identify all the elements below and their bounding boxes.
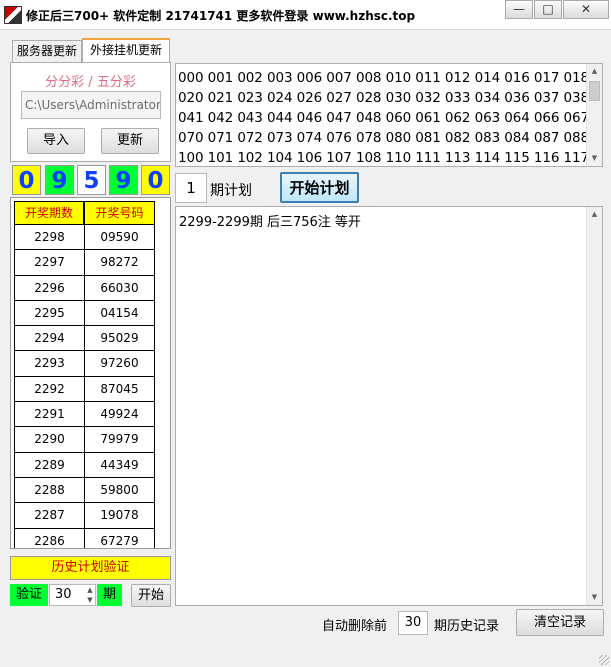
tab-server-update[interactable]: 服务器更新 <box>12 40 82 63</box>
history-period-cell: 2295 <box>14 300 84 326</box>
tab-external-update[interactable]: 外接挂机更新 <box>82 38 170 63</box>
import-button[interactable]: 导入 <box>27 128 85 154</box>
history-period-cell: 2298 <box>14 225 84 250</box>
history-period-cell: 2291 <box>14 402 84 427</box>
log-scrollbar[interactable]: ▲ ▼ <box>586 207 602 605</box>
scroll-down-arrow-icon[interactable]: ▼ <box>587 590 602 605</box>
history-row[interactable]: 2294 95029 <box>14 326 155 352</box>
history-period-cell: 2290 <box>14 427 84 452</box>
history-period-cell: 2296 <box>14 275 84 300</box>
history-row[interactable]: 2298 09590 <box>14 225 155 251</box>
history-row[interactable]: 2290 79979 <box>14 427 155 453</box>
history-number-cell: 04154 <box>84 300 155 326</box>
history-number-cell: 66030 <box>84 275 155 300</box>
verify-label: 验证 <box>10 584 48 606</box>
start-plan-button[interactable]: 开始计划 <box>280 172 359 203</box>
scroll-up-arrow-icon[interactable]: ▲ <box>587 64 602 79</box>
numbers-text: 000 001 002 003 006 007 008 010 011 012 … <box>178 68 586 168</box>
history-number-cell: 09590 <box>84 225 155 250</box>
scroll-up-arrow-icon[interactable]: ▲ <box>587 207 602 222</box>
numbers-line: 000 001 002 003 006 007 008 010 011 012 … <box>178 70 586 86</box>
history-number-cell: 44349 <box>84 452 155 477</box>
numbers-textarea[interactable]: 000 001 002 003 006 007 008 010 011 012 … <box>175 63 603 167</box>
history-number-cell: 98272 <box>84 250 155 275</box>
history-row[interactable]: 2292 87045 <box>14 376 155 403</box>
column-header-number: 开奖号码 <box>84 201 155 225</box>
draw-digit: 5 <box>77 165 106 195</box>
history-verify-button[interactable]: 历史计划验证 <box>10 556 171 580</box>
auto-delete-count-input[interactable]: 30 <box>398 611 428 635</box>
numbers-line: 100 101 102 104 106 107 108 110 111 113 … <box>178 150 586 166</box>
history-row[interactable]: 2291 49924 <box>14 402 155 428</box>
history-row[interactable]: 2287 19078 <box>14 503 155 529</box>
plan-periods-label: 期计划 <box>210 183 252 199</box>
history-row[interactable]: 2296 66030 <box>14 275 155 301</box>
verify-start-button[interactable]: 开始 <box>131 584 171 607</box>
numbers-line: 020 021 023 024 026 027 028 030 032 033 … <box>178 90 586 106</box>
window-title: 修正后三700+ 软件定制 21741741 更多软件登录 www.hzhsc.… <box>26 9 416 23</box>
history-number-cell: 97260 <box>84 351 155 376</box>
draw-digit: 0 <box>12 165 41 195</box>
source-panel: 分分彩 / 五分彩 C:\Users\Administrator\ 导入 更新 <box>10 62 171 162</box>
numbers-line: 041 042 043 044 046 047 048 060 061 062 … <box>178 110 586 126</box>
maximize-button[interactable]: □ <box>534 0 562 19</box>
history-row[interactable]: 2286 67279 <box>14 528 155 548</box>
history-row[interactable]: 2288 59800 <box>14 477 155 504</box>
history-row[interactable]: 2289 44349 <box>14 452 155 478</box>
lottery-type-label: 分分彩 / 五分彩 <box>45 75 136 90</box>
numbers-line: 070 071 072 073 074 076 078 080 081 082 … <box>178 130 586 146</box>
update-button[interactable]: 更新 <box>101 128 159 154</box>
history-table: 开奖期数 开奖号码 2298 09590 2297 98272 2296 66030 229… <box>10 197 171 549</box>
history-number-cell: 19078 <box>84 503 155 528</box>
history-header: 开奖期数 开奖号码 <box>14 201 155 225</box>
path-field[interactable]: C:\Users\Administrator\ <box>21 91 161 119</box>
scroll-down-arrow-icon[interactable]: ▼ <box>587 151 602 166</box>
history-number-cell: 87045 <box>84 376 155 402</box>
history-period-cell: 2293 <box>14 351 84 376</box>
history-number-cell: 67279 <box>84 528 155 548</box>
column-header-period: 开奖期数 <box>14 201 84 225</box>
minimize-button[interactable]: — <box>505 0 533 19</box>
plan-periods-input[interactable]: 1 <box>175 173 207 203</box>
clear-records-button[interactable]: 清空记录 <box>516 609 604 636</box>
history-number-cell: 79979 <box>84 427 155 452</box>
plan-log-textarea[interactable]: 2299-2299期 后三756注 等开 ▲ ▼ <box>175 206 603 606</box>
history-number-cell: 95029 <box>84 326 155 351</box>
auto-delete-suffix: 期历史记录 <box>434 619 500 634</box>
history-number-cell: 59800 <box>84 477 155 503</box>
history-period-cell: 2287 <box>14 503 84 528</box>
title-bar: 修正后三700+ 软件定制 21741741 更多软件登录 www.hzhsc.… <box>0 0 611 30</box>
verify-unit-label: 期 <box>97 584 122 606</box>
close-button[interactable]: ✕ <box>563 0 609 19</box>
history-period-cell: 2297 <box>14 250 84 275</box>
resize-grip-icon[interactable] <box>599 655 609 665</box>
app-logo-icon <box>4 6 22 24</box>
draw-digit: 9 <box>109 165 138 195</box>
history-number-cell: 49924 <box>84 402 155 427</box>
history-rows: 2298 09590 2297 98272 2296 66030 2295 04154 2294… <box>14 225 155 548</box>
history-period-cell: 2292 <box>14 376 84 402</box>
latest-draw-digits: 09590 <box>10 165 171 195</box>
auto-delete-prefix: 自动删除前 <box>322 619 388 634</box>
spin-arrows-icon[interactable]: ▲ ▼ <box>85 585 95 605</box>
history-row[interactable]: 2293 97260 <box>14 351 155 377</box>
history-period-cell: 2289 <box>14 452 84 477</box>
log-line: 2299-2299期 后三756注 等开 <box>179 215 361 230</box>
numbers-scrollbar[interactable]: ▲ ▼ <box>586 64 602 166</box>
history-row[interactable]: 2295 04154 <box>14 300 155 327</box>
draw-digit: 0 <box>141 165 170 195</box>
history-period-cell: 2288 <box>14 477 84 503</box>
history-row[interactable]: 2297 98272 <box>14 250 155 276</box>
draw-digit: 9 <box>45 165 74 195</box>
history-period-cell: 2286 <box>14 528 84 548</box>
scrollbar-thumb[interactable] <box>589 81 600 101</box>
history-period-cell: 2294 <box>14 326 84 351</box>
